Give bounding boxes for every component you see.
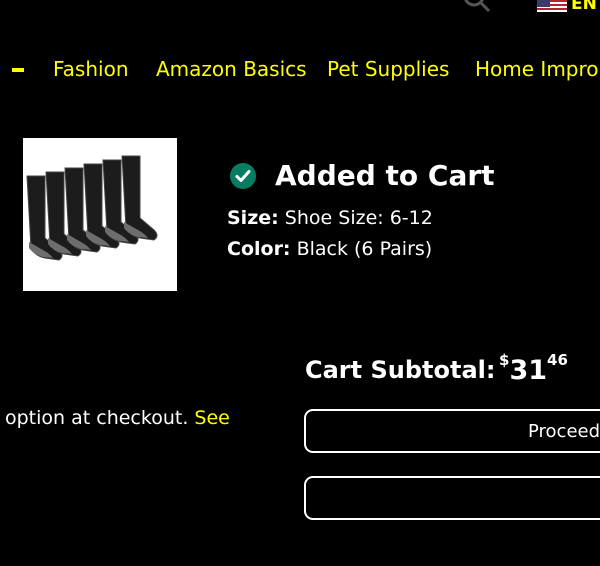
nav-item-home-improvement[interactable]: Home Impro [475, 55, 599, 83]
price-whole: 31 [509, 355, 548, 386]
see-details-link[interactable]: See [194, 407, 229, 429]
nav-item-pet-supplies[interactable]: Pet Supplies [327, 55, 449, 83]
language-selector[interactable]: EN [571, 0, 597, 14]
category-nav: Fashion Amazon Basics Pet Supplies Home … [0, 55, 600, 85]
nav-item-fashion[interactable]: Fashion [53, 55, 129, 83]
page: EN Fashion Amazon Basics Pet Supplies Ho… [0, 0, 600, 566]
check-circle-icon [230, 163, 256, 189]
us-flag-icon[interactable] [537, 0, 567, 12]
cart-subtotal-price: $3146 [499, 351, 568, 386]
checkout-note: option at checkout. See [5, 407, 230, 429]
size-attribute: Size: Shoe Size: 6-12 [227, 207, 433, 229]
price-fraction: 46 [547, 351, 568, 369]
nav-item-amazon-basics[interactable]: Amazon Basics [156, 55, 307, 83]
price-currency: $ [499, 351, 510, 369]
search-icon[interactable] [462, 0, 490, 14]
go-to-cart-button[interactable] [304, 476, 600, 520]
color-value: Black (6 Pairs) [296, 238, 433, 260]
product-image[interactable] [23, 138, 177, 291]
added-to-cart-title: Added to Cart [275, 159, 495, 192]
size-value: Shoe Size: 6-12 [284, 207, 433, 229]
socks-image [26, 155, 158, 261]
proceed-to-checkout-button[interactable]: Proceed [304, 409, 600, 453]
color-label: Color: [227, 238, 291, 260]
checkout-note-text: option at checkout. [5, 407, 189, 429]
size-label: Size: [227, 207, 279, 229]
color-attribute: Color: Black (6 Pairs) [227, 238, 432, 260]
cart-subtotal-label: Cart Subtotal: [305, 356, 496, 384]
nav-item-truncated[interactable] [12, 68, 24, 72]
proceed-button-label: Proceed [528, 421, 600, 442]
